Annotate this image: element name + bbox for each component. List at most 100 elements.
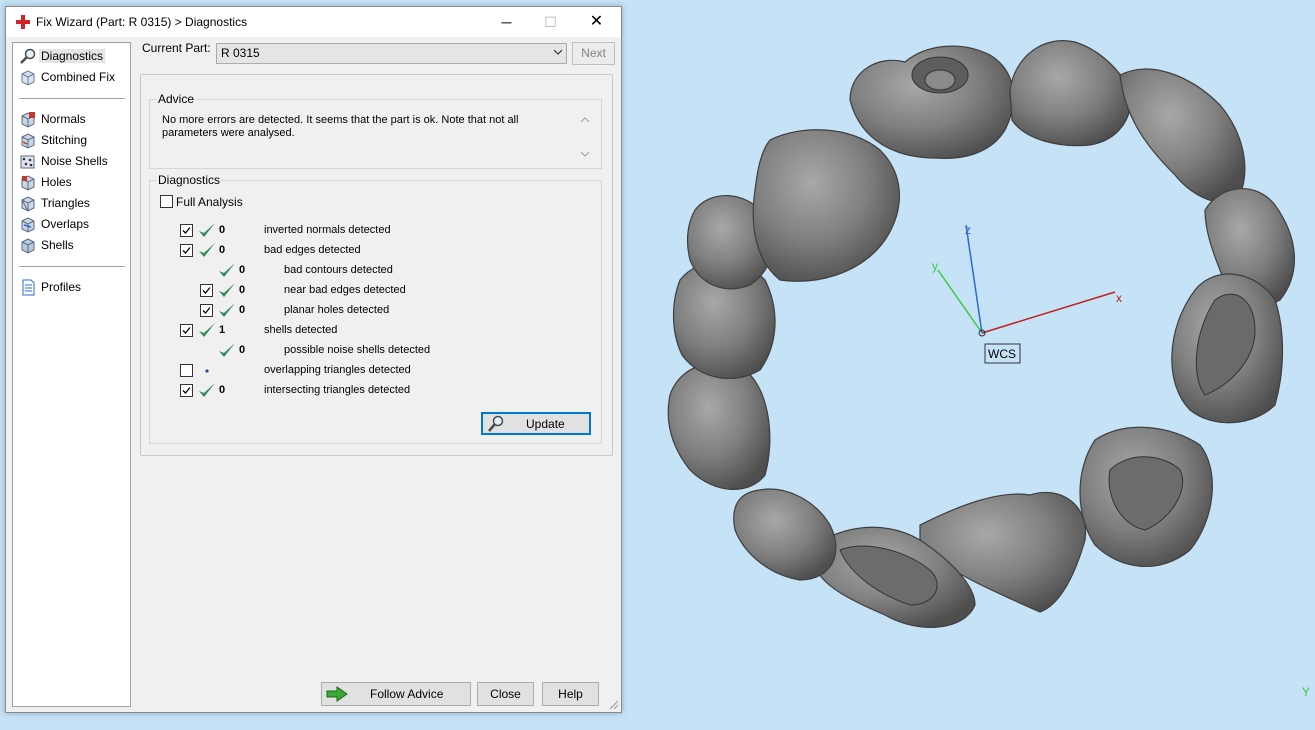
shells-cube-icon — [21, 238, 35, 254]
diag-checkbox[interactable] — [200, 284, 213, 297]
green-check-icon — [199, 383, 215, 397]
chevron-down-icon — [554, 49, 562, 55]
ring-lobe — [752, 129, 901, 282]
nav-item-label: Noise Shells — [41, 154, 108, 168]
follow-advice-button[interactable]: Follow Advice — [321, 682, 471, 706]
y-axis-label: y — [932, 259, 938, 273]
wizard-nav: Diagnostics Combined Fix Normals Stitchi… — [12, 42, 131, 707]
holes-cube-icon — [21, 175, 35, 191]
ring-lobe — [1009, 40, 1132, 147]
minimize-button[interactable]: ─ — [484, 7, 529, 37]
nav-item-label: Combined Fix — [41, 70, 116, 84]
diag-checkbox[interactable] — [180, 364, 193, 377]
nav-item-label: Profiles — [41, 280, 82, 294]
diag-row-text: near bad edges detected — [284, 284, 406, 296]
close-button[interactable]: Close — [477, 682, 534, 706]
diag-checkbox[interactable] — [180, 244, 193, 257]
diag-count: 0 — [239, 304, 246, 316]
checkmark-icon — [182, 327, 191, 334]
diag-row-text: overlapping triangles detected — [264, 364, 411, 376]
part-select[interactable]: R 0315 — [216, 43, 567, 64]
stitching-cube-icon — [21, 133, 35, 149]
magnifier-icon — [20, 48, 36, 64]
noise-shells-icon — [20, 155, 35, 169]
diag-checkbox[interactable] — [180, 324, 193, 337]
checkmark-icon — [202, 287, 211, 294]
diagnostics-group-label: Diagnostics — [157, 173, 222, 187]
diag-count: 0 — [219, 224, 226, 236]
y-axis-line — [937, 269, 983, 334]
help-button[interactable]: Help — [542, 682, 599, 706]
green-check-icon — [199, 243, 215, 257]
green-check-icon — [219, 343, 235, 357]
advice-scrollbar[interactable] — [578, 114, 592, 160]
nav-item-normals[interactable]: Normals — [15, 110, 127, 129]
advice-group: Advice No more errors are detected. It s… — [149, 92, 602, 169]
diag-count: 0 — [239, 264, 246, 276]
ring-model[interactable] — [667, 40, 1296, 628]
update-button[interactable]: Update — [481, 412, 591, 435]
ring-lobe — [1119, 68, 1246, 203]
overlaps-cube-icon — [21, 217, 35, 233]
diag-row-text: bad edges detected — [264, 244, 361, 256]
window-title: Fix Wizard (Part: R 0315) > Diagnostics — [36, 15, 248, 29]
document-icon — [22, 279, 35, 296]
triangles-cube-icon — [21, 196, 35, 212]
nav-item-profiles[interactable]: Profiles — [15, 278, 127, 297]
ring-lobe — [733, 488, 837, 581]
diag-checkbox[interactable] — [200, 304, 213, 317]
nav-item-diagnostics[interactable]: Diagnostics — [15, 47, 127, 66]
nav-divider — [19, 266, 125, 267]
normals-cube-icon — [21, 112, 35, 128]
nav-item-stitching[interactable]: Stitching — [15, 131, 127, 150]
nav-item-overlaps[interactable]: Overlaps — [15, 215, 127, 234]
diag-row-text: inverted normals detected — [264, 224, 391, 236]
z-axis-label: z — [965, 223, 971, 237]
diag-count: 0 — [219, 384, 226, 396]
ring-lobe — [667, 362, 771, 490]
resize-grip-icon[interactable] — [609, 700, 619, 710]
diag-row-text: bad contours detected — [284, 264, 393, 276]
full-analysis-label: Full Analysis — [176, 195, 243, 209]
fix-wizard-dialog: Fix Wizard (Part: R 0315) > Diagnostics … — [5, 6, 622, 713]
advice-text: No more errors are detected. It seems th… — [162, 114, 519, 139]
magnifier-icon — [488, 415, 504, 432]
red-cross-icon — [16, 15, 30, 29]
nav-item-noise-shells[interactable]: Noise Shells — [15, 152, 127, 171]
ring-hole — [924, 69, 956, 91]
part-select-value: R 0315 — [221, 46, 260, 60]
green-check-icon — [199, 323, 215, 337]
full-analysis-checkbox[interactable] — [160, 195, 173, 208]
nav-item-label: Holes — [41, 175, 72, 189]
nav-item-label: Normals — [41, 112, 86, 126]
wcs-axes: x y z WCS — [932, 223, 1122, 364]
nav-item-label: Overlaps — [41, 217, 90, 231]
nav-item-holes[interactable]: Holes — [15, 173, 127, 192]
diag-checkbox[interactable] — [180, 224, 193, 237]
green-check-icon — [199, 223, 215, 237]
diag-row-text: intersecting triangles detected — [264, 384, 411, 396]
advice-group-label: Advice — [157, 92, 196, 106]
checkmark-icon — [182, 227, 191, 234]
status-dot-icon — [205, 369, 209, 373]
nav-divider — [19, 98, 125, 99]
close-window-button[interactable]: ✕ — [574, 7, 619, 37]
nav-item-combined-fix[interactable]: Combined Fix — [15, 68, 127, 87]
diag-count: 0 — [239, 344, 246, 356]
follow-advice-label: Follow Advice — [370, 687, 444, 701]
z-axis-line — [965, 224, 983, 334]
green-check-icon — [219, 283, 235, 297]
green-check-icon — [219, 303, 235, 317]
nav-item-triangles[interactable]: Triangles — [15, 194, 127, 213]
title-bar[interactable]: Fix Wizard (Part: R 0315) > Diagnostics … — [6, 7, 621, 37]
maximize-button[interactable]: ☐ — [528, 7, 573, 37]
x-axis-line — [981, 291, 1116, 334]
diag-checkbox[interactable] — [180, 384, 193, 397]
next-button[interactable]: Next — [572, 42, 615, 65]
diag-row-text: planar holes detected — [284, 304, 390, 316]
update-button-label: Update — [526, 417, 565, 431]
diag-row-text: possible noise shells detected — [284, 344, 431, 356]
nav-item-shells[interactable]: Shells — [15, 236, 127, 255]
diag-count: 0 — [239, 284, 246, 296]
diag-count: 0 — [219, 244, 226, 256]
